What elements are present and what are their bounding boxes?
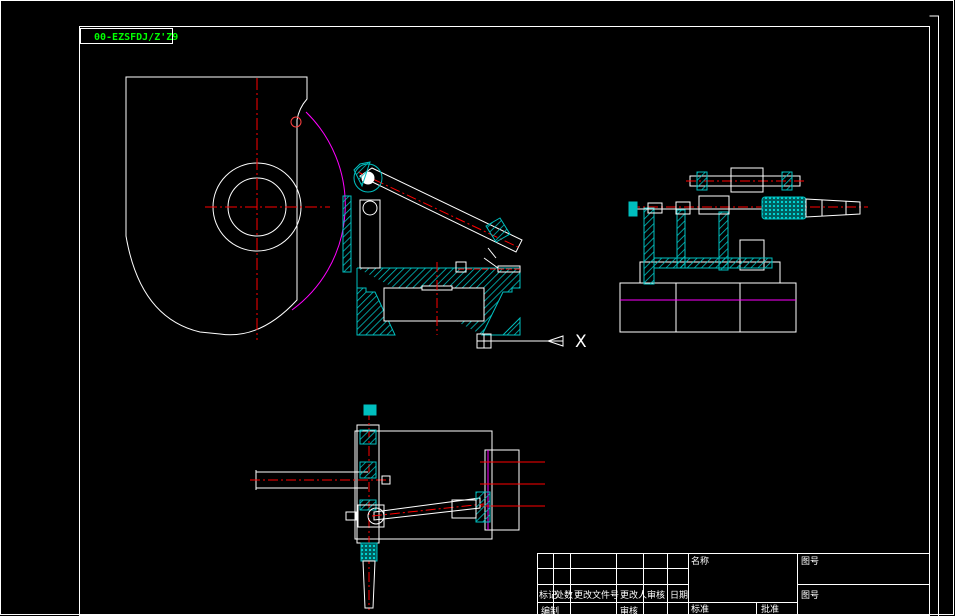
top-knob bbox=[363, 404, 377, 416]
top-handle-knurl bbox=[360, 542, 378, 562]
frame-corner-mark bbox=[929, 15, 939, 616]
side-bracket bbox=[698, 195, 730, 215]
knurled-handle bbox=[761, 196, 807, 220]
drawing-tag-text: 00-EZSFDJ/Z'Z9 bbox=[94, 32, 178, 43]
tb-cell-audit: 审核 bbox=[620, 605, 638, 616]
side-base bbox=[619, 282, 797, 333]
post-pin bbox=[362, 200, 378, 216]
side-view bbox=[619, 167, 868, 333]
tb-cell-date: 日期 bbox=[670, 590, 688, 601]
tb-cell-approve: 批准 bbox=[761, 603, 779, 615]
side-knob-left bbox=[628, 201, 638, 217]
side-rod bbox=[342, 195, 352, 273]
tb-cell-drawing-no-lower: 图号 bbox=[801, 590, 819, 601]
side-block bbox=[653, 257, 773, 269]
tb-cell-standard: 标准 bbox=[691, 603, 709, 615]
front-view: X bbox=[125, 76, 587, 352]
tb-cell-count: 处数 bbox=[555, 589, 573, 601]
pivot-hole bbox=[290, 116, 302, 128]
top-plate bbox=[354, 430, 493, 540]
housing-outline bbox=[125, 76, 308, 336]
tb-cell-change-doc: 更改文件号 bbox=[574, 589, 619, 601]
tb-cell-drawing-no: 图号 bbox=[801, 556, 819, 567]
tb-cell-drafted: 编制 bbox=[541, 605, 559, 616]
tb-cell-review: 审核 bbox=[647, 589, 665, 601]
title-block bbox=[537, 553, 930, 616]
tb-cell-changer: 更改人 bbox=[620, 589, 647, 601]
swing-arc bbox=[291, 111, 346, 311]
cad-drawing: 00-EZSFDJ/Z'Z9 X 标记 处数 更改文件号 更改人 审核 日期 编… bbox=[0, 0, 954, 616]
title-block-text: 标记 处数 更改文件号 更改人 审核 日期 编制 审核 标准 批准 名称 图号 … bbox=[539, 555, 819, 616]
top-view bbox=[250, 404, 545, 610]
drawing-frame bbox=[79, 26, 930, 616]
side-column-left bbox=[643, 207, 655, 285]
top-clamp bbox=[475, 491, 491, 523]
tb-cell-name: 名称 bbox=[691, 555, 709, 567]
drawing-tag: 00-EZSFDJ/Z'Z9 bbox=[80, 28, 178, 44]
base-slot bbox=[383, 287, 485, 322]
top-arm bbox=[373, 497, 481, 521]
handle-taper bbox=[805, 198, 861, 218]
x-axis-label: X bbox=[575, 332, 587, 352]
side-top-cap bbox=[730, 167, 764, 193]
